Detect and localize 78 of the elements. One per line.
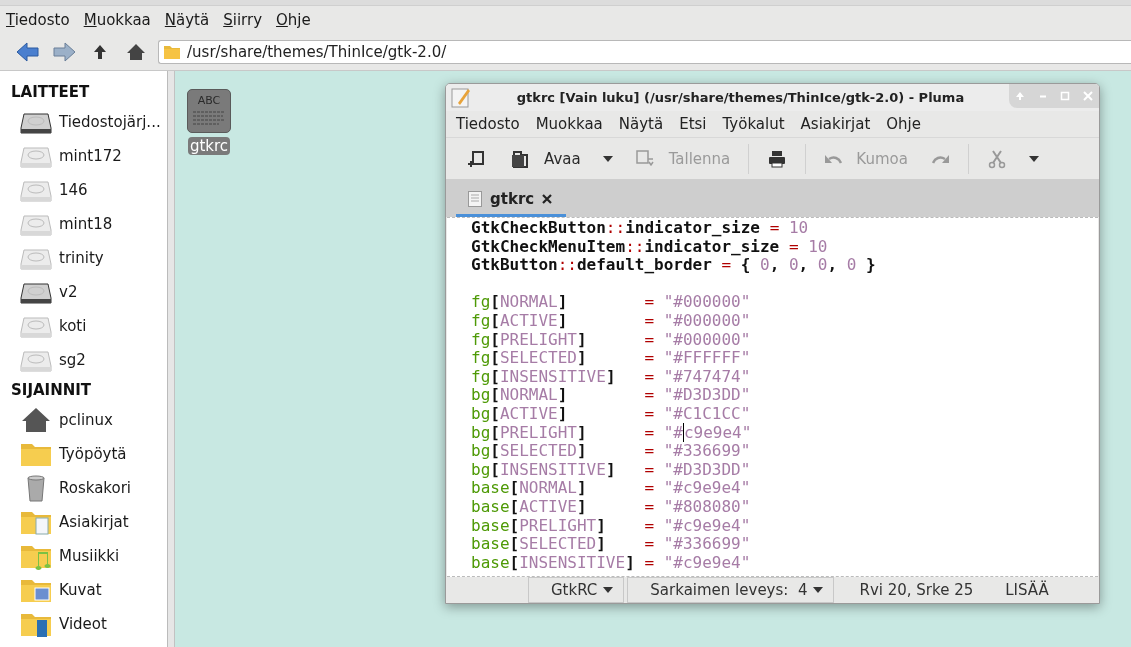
section-heading: SIJAINNIT xyxy=(10,380,93,401)
code-line: GtkButton::default_border = { 0, 0, 0, 0 } xyxy=(471,256,877,275)
menu-item[interactable]: Muokkaa xyxy=(527,115,611,133)
code-line: bg[ACTIVE] = "#C1C1CC" xyxy=(471,404,752,424)
sidebar-item[interactable]: Asiakirjat xyxy=(0,505,167,539)
undo-icon xyxy=(824,153,843,164)
sidebar-item[interactable]: v2 xyxy=(0,275,167,309)
menu-item[interactable]: Asiakirjat xyxy=(792,115,879,133)
menu-item[interactable]: Työkalut xyxy=(714,115,793,133)
caret-icon xyxy=(1028,155,1039,162)
code-line: base[SELECTED] = "#336699" xyxy=(471,535,752,554)
caret-icon xyxy=(603,587,614,593)
window-title: gtkrc [Vain luku] (/usr/share/themes/ThinIce/gtk-2.0) - Pluma xyxy=(515,90,966,105)
menu-item[interactable]: Näytä xyxy=(164,11,210,29)
save-icon xyxy=(634,148,655,169)
menu-item[interactable]: Ohje xyxy=(276,11,311,29)
maximize-icon xyxy=(1060,91,1071,101)
sidebar-item[interactable]: mint18 xyxy=(0,207,167,241)
close-tab-button[interactable] xyxy=(542,193,553,204)
code-line: bg[NORMAL] = "#D3D3DD" xyxy=(471,386,752,405)
section-heading: LAITTEET xyxy=(10,82,91,103)
menu-item[interactable]: Muokkaa xyxy=(83,11,151,29)
sidebar-item[interactable]: Tiedostojärj... xyxy=(0,105,167,139)
file-name[interactable]: gtkrc xyxy=(187,137,231,155)
menu-item[interactable]: Näytä xyxy=(610,115,672,133)
sidebar-item[interactable]: trinity xyxy=(0,241,167,275)
caret-icon xyxy=(602,155,613,162)
document-icon xyxy=(468,190,482,207)
code-line: bg[PRELIGHT] = "#c9e9e4" xyxy=(471,423,753,443)
code-line: GtkCheckMenuItem::indicator_size = 10 xyxy=(471,237,829,257)
location-field[interactable]: /usr/share/themes/ThinIce/gtk-2.0/ xyxy=(158,40,1131,64)
redo-icon xyxy=(931,153,950,164)
code-editor[interactable] xyxy=(447,217,1098,577)
code-line: base[INSENSITIVE] = "#c9e9e4" xyxy=(471,553,752,573)
code-line: base[NORMAL] = "#c9e9e4" xyxy=(471,479,752,498)
menu-item[interactable]: Ohje xyxy=(878,115,929,133)
status-dropdown[interactable]: Sarkaimen leveys: 4 xyxy=(627,577,835,603)
menu-item[interactable]: Etsi xyxy=(671,115,715,133)
sidebar-item[interactable]: pclinux xyxy=(0,403,167,437)
code-line: bg[INSENSITIVE] = "#D3D3DD" xyxy=(471,460,752,480)
code-line: fg[PRELIGHT] = "#000000" xyxy=(471,330,752,350)
sidebar-item[interactable]: Roskakori xyxy=(0,471,167,505)
sidebar-item[interactable]: Videot xyxy=(0,607,167,641)
code-line: base[ACTIVE] = "#808080" xyxy=(471,497,752,517)
up-arrow-icon xyxy=(1015,91,1026,101)
caret-icon xyxy=(813,587,824,593)
code-line: GtkCheckButton::indicator_size = 10 xyxy=(471,219,810,238)
sidebar-item[interactable]: 146 xyxy=(0,173,167,207)
menu-item[interactable]: Siirry xyxy=(223,11,263,29)
code-line: bg[SELECTED] = "#336699" xyxy=(471,442,752,461)
new-document-icon xyxy=(466,148,486,169)
code-line: fg[ACTIVE] = "#000000" xyxy=(471,311,752,331)
up-arrow-icon xyxy=(93,44,107,60)
status-text: LISÄÄ xyxy=(1004,579,1050,601)
close-icon xyxy=(1082,91,1093,101)
code-line: fg[INSENSITIVE] = "#747474" xyxy=(471,367,752,387)
sidebar-item[interactable]: koti xyxy=(0,309,167,343)
code-line: fg[NORMAL] = "#000000" xyxy=(471,293,752,312)
left-arrow-icon xyxy=(16,42,40,62)
status-dropdown[interactable]: GtkRC xyxy=(528,577,625,603)
open-button[interactable]: Avaa xyxy=(498,141,593,176)
home-icon xyxy=(126,43,146,61)
right-arrow-icon xyxy=(52,42,76,62)
sidebar-item[interactable]: Musiikki xyxy=(0,539,167,573)
code-line: fg[SELECTED] = "#FFFFFF" xyxy=(471,349,752,368)
menu-item[interactable]: Tiedosto xyxy=(6,11,70,29)
sidebar-item[interactable]: sg2 xyxy=(0,343,167,377)
printer-icon xyxy=(767,148,788,169)
menu-item[interactable]: Tiedosto xyxy=(448,115,528,133)
folder-icon xyxy=(510,148,530,169)
sidebar-item[interactable]: Kuvat xyxy=(0,573,167,607)
sidebar-item[interactable]: Työpöytä xyxy=(0,437,167,471)
minimize-icon xyxy=(1038,94,1047,98)
scissors-icon xyxy=(986,148,1007,169)
status-text: Rvi 20, Srke 25 xyxy=(858,580,975,601)
code-line: base[PRELIGHT] = "#c9e9e4" xyxy=(471,516,752,536)
folder-icon xyxy=(163,44,181,60)
sidebar-item[interactable]: mint172 xyxy=(0,139,167,173)
